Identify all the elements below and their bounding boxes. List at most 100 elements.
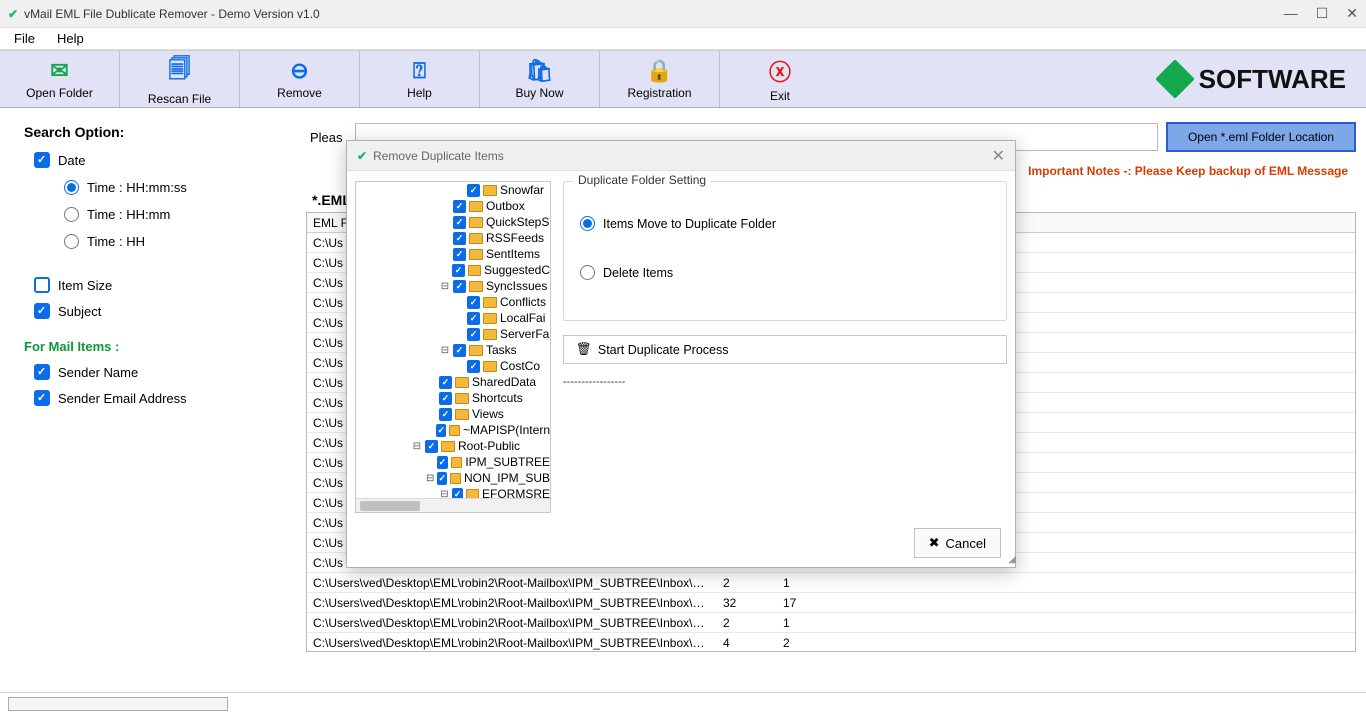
expand-icon[interactable]: ⊟ xyxy=(440,489,449,499)
tree-checkbox[interactable]: ✓ xyxy=(452,264,464,277)
delete-items-radio[interactable] xyxy=(580,265,595,280)
tree-checkbox[interactable]: ✓ xyxy=(439,376,452,389)
toolbar: ✉ Open Folder 🗐 Rescan File ⊖ Remove ⍰ H… xyxy=(0,50,1366,108)
tree-checkbox[interactable]: ✓ xyxy=(453,248,466,261)
tree-node[interactable]: ✓IPM_SUBTREE xyxy=(356,454,550,470)
tree-h-scrollbar[interactable] xyxy=(356,498,550,512)
folder-icon xyxy=(441,441,455,452)
group-legend: Duplicate Folder Setting xyxy=(574,173,710,187)
tree-node[interactable]: ✓SentItems xyxy=(356,246,550,262)
buy-now-button[interactable]: 🛍 Buy Now xyxy=(480,51,600,107)
tree-checkbox[interactable]: ✓ xyxy=(439,392,452,405)
remove-button[interactable]: ⊖ Remove xyxy=(240,51,360,107)
table-row[interactable]: C:\Users\ved\Desktop\EML\robin2\Root-Mai… xyxy=(307,633,1355,652)
tree-checkbox[interactable]: ✓ xyxy=(436,424,446,437)
resize-grip[interactable]: ◢ xyxy=(1008,554,1013,565)
time-hhmmss-radio[interactable] xyxy=(64,180,79,195)
tree-node[interactable]: ✓~MAPISP(Intern xyxy=(356,422,550,438)
open-folder-button[interactable]: ✉ Open Folder xyxy=(0,51,120,107)
date-checkbox[interactable] xyxy=(34,152,50,168)
tree-checkbox[interactable]: ✓ xyxy=(437,456,448,469)
tree-node[interactable]: ✓Conflicts xyxy=(356,294,550,310)
status-bar xyxy=(0,692,1366,720)
tree-node[interactable]: ⊟✓Root-Public xyxy=(356,438,550,454)
cancel-icon: ✖ xyxy=(929,535,940,551)
tree-checkbox[interactable]: ✓ xyxy=(453,200,466,213)
tree-checkbox[interactable]: ✓ xyxy=(425,440,438,453)
tree-node[interactable]: ✓SuggestedC xyxy=(356,262,550,278)
tree-node[interactable]: ✓Views xyxy=(356,406,550,422)
tree-node[interactable]: ⊟✓ SyncIssues xyxy=(356,278,550,294)
folder-icon xyxy=(469,249,483,260)
trash-icon: 🗑 xyxy=(576,342,592,357)
sender-name-checkbox[interactable] xyxy=(34,364,50,380)
tree-checkbox[interactable]: ✓ xyxy=(453,280,466,293)
buy-icon: 🛍 xyxy=(526,58,554,84)
sender-email-checkbox[interactable] xyxy=(34,390,50,406)
tree-checkbox[interactable]: ✓ xyxy=(437,472,447,485)
folder-icon xyxy=(469,233,483,244)
tree-node[interactable]: ✓ ServerFa xyxy=(356,326,550,342)
tree-node[interactable]: ⊟✓EFORMSRE xyxy=(356,486,550,498)
folder-icon xyxy=(468,265,481,276)
folder-tree[interactable]: ✓Snowfar✓Outbox✓QuickStepS✓RSSFeeds✓Sent… xyxy=(355,181,551,513)
maximize-button[interactable]: ☐ xyxy=(1316,5,1329,22)
close-button[interactable]: ✕ xyxy=(1346,5,1358,22)
tree-checkbox[interactable]: ✓ xyxy=(452,488,464,499)
tree-checkbox[interactable]: ✓ xyxy=(467,296,480,309)
tree-checkbox[interactable]: ✓ xyxy=(467,184,480,197)
tree-label: SyncIssues xyxy=(486,279,547,293)
item-size-checkbox[interactable] xyxy=(34,277,50,293)
folder-icon xyxy=(449,425,460,436)
table-row[interactable]: C:\Users\ved\Desktop\EML\robin2\Root-Mai… xyxy=(307,573,1355,593)
time-hhmm-radio[interactable] xyxy=(64,207,79,222)
tree-node[interactable]: ⊟✓Tasks xyxy=(356,342,550,358)
tree-node[interactable]: ✓ RSSFeeds xyxy=(356,230,550,246)
expand-icon[interactable]: ⊟ xyxy=(440,345,450,356)
menu-file[interactable]: File xyxy=(14,31,35,46)
time-hh-radio[interactable] xyxy=(64,234,79,249)
time-hh-label: Time : HH xyxy=(87,234,145,249)
tree-checkbox[interactable]: ✓ xyxy=(453,344,466,357)
tree-node[interactable]: ✓Snowfar xyxy=(356,182,550,198)
tree-node[interactable]: ⊟✓NON_IPM_SUB xyxy=(356,470,550,486)
move-to-folder-radio[interactable] xyxy=(580,216,595,231)
menu-help[interactable]: Help xyxy=(57,31,84,46)
tree-label: ServerFa xyxy=(500,327,549,341)
rescan-file-button[interactable]: 🗐 Rescan File xyxy=(120,51,240,107)
tree-label: RSSFeeds xyxy=(486,231,544,245)
tree-checkbox[interactable]: ✓ xyxy=(453,232,466,245)
tree-checkbox[interactable]: ✓ xyxy=(439,408,452,421)
folder-icon xyxy=(483,329,497,340)
tree-node[interactable]: ✓LocalFai xyxy=(356,310,550,326)
expand-icon[interactable]: ⊟ xyxy=(412,441,422,452)
expand-icon[interactable]: ⊟ xyxy=(440,281,450,292)
logo-text: SOFTWARE xyxy=(1199,64,1346,95)
minimize-button[interactable]: ― xyxy=(1284,5,1298,22)
tree-node[interactable]: ✓CostCo xyxy=(356,358,550,374)
time-hhmm-label: Time : HH:mm xyxy=(87,207,170,222)
exit-button[interactable]: ⓧ Exit xyxy=(720,51,840,107)
open-eml-folder-button[interactable]: Open *.eml Folder Location xyxy=(1166,122,1356,152)
registration-button[interactable]: 🔒 Registration xyxy=(600,51,720,107)
table-row[interactable]: C:\Users\ved\Desktop\EML\robin2\Root-Mai… xyxy=(307,593,1355,613)
dialog-close-button[interactable]: ✕ xyxy=(992,146,1005,166)
cancel-button[interactable]: ✖ Cancel xyxy=(914,528,1001,558)
tree-node[interactable]: ✓SharedData xyxy=(356,374,550,390)
tree-node[interactable]: ✓Shortcuts xyxy=(356,390,550,406)
tree-checkbox[interactable]: ✓ xyxy=(453,216,466,229)
tree-checkbox[interactable]: ✓ xyxy=(467,360,480,373)
expand-icon[interactable]: ⊟ xyxy=(426,473,434,484)
tree-checkbox[interactable]: ✓ xyxy=(467,328,480,341)
table-row[interactable]: C:\Users\ved\Desktop\EML\robin2\Root-Mai… xyxy=(307,613,1355,633)
status-progress xyxy=(8,697,228,711)
subject-checkbox[interactable] xyxy=(34,303,50,319)
help-button[interactable]: ⍰ Help xyxy=(360,51,480,107)
registration-label: Registration xyxy=(627,86,691,100)
tree-node[interactable]: ✓QuickStepS xyxy=(356,214,550,230)
tree-checkbox[interactable]: ✓ xyxy=(467,312,480,325)
tree-node[interactable]: ✓Outbox xyxy=(356,198,550,214)
title-bar: ✔ vMail EML File Dublicate Remover - Dem… xyxy=(0,0,1366,28)
row-col2: 2 xyxy=(717,576,777,590)
start-duplicate-process-button[interactable]: 🗑 Start Duplicate Process xyxy=(563,335,1007,364)
